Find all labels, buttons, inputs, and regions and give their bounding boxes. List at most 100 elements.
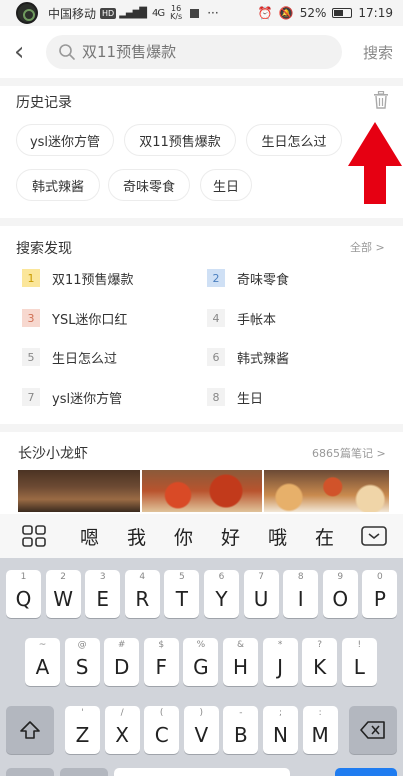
discovery-item[interactable]: 5 生日怎么过 — [22, 346, 117, 368]
history-chip[interactable]: ysl迷你方管 — [16, 124, 114, 156]
key-label: L — [353, 655, 365, 679]
key-label: C — [154, 723, 169, 747]
letter-key[interactable]: ? K — [302, 638, 338, 686]
letter-key[interactable]: -B — [223, 706, 259, 754]
discovery-label: 双11预售爆款 — [52, 272, 134, 288]
note-topic-title[interactable]: 长沙小龙虾 — [18, 443, 88, 463]
back-arrow-icon[interactable]: ‹ — [14, 39, 36, 65]
discovery-item[interactable]: 6 韩式辣酱 — [207, 346, 289, 368]
letter-key[interactable]: @ S — [64, 638, 100, 686]
letter-key[interactable]: (C — [144, 706, 180, 754]
note-photo[interactable] — [142, 470, 262, 512]
letter-key[interactable]: $ F — [143, 638, 179, 686]
key-label: G — [193, 655, 209, 679]
letter-key[interactable]: ; N — [263, 706, 298, 754]
letter-key[interactable]: 3E — [85, 570, 121, 618]
history-chip[interactable]: 生日 — [200, 169, 252, 201]
search-button[interactable]: 搜索 — [363, 42, 393, 63]
letter-key[interactable]: 8I — [283, 570, 319, 618]
shift-key[interactable] — [6, 706, 54, 754]
discovery-all-link[interactable]: 全部 > — [350, 239, 385, 255]
note-count-link[interactable]: 6865篇笔记 > — [312, 445, 386, 461]
backspace-key[interactable] — [349, 706, 397, 754]
discovery-label: 手帐本 — [237, 312, 277, 328]
discovery-item[interactable]: 4 手帐本 — [207, 307, 276, 329]
key-label: X — [115, 723, 129, 747]
key-label: J — [277, 655, 284, 679]
ime-candidate[interactable]: 在 — [301, 523, 348, 550]
key-secondary-label: ? — [317, 640, 323, 650]
number-switch-key[interactable] — [6, 768, 54, 776]
search-header: ‹ 搜索 — [0, 26, 403, 78]
history-chip[interactable]: 双11预售爆款 — [124, 124, 236, 156]
key-label: Y — [215, 587, 228, 611]
history-chip[interactable]: 韩式辣酱 — [16, 169, 100, 201]
keyboard: 1 Q 2 W 3 E 4 R 5 T 6 Y 7 U 8 I 9 O 0 P ~ A @ S # D $ F% G & H * J? K! L ' Z… — [0, 558, 403, 776]
letter-key[interactable]: 4R — [124, 570, 160, 618]
rank-badge: 1 — [22, 269, 40, 287]
network-type: 4G — [151, 7, 165, 19]
key-secondary-label: # — [117, 640, 126, 650]
history-chip[interactable]: 生日怎么过 — [246, 124, 342, 156]
note-photo[interactable] — [264, 470, 389, 512]
discovery-item[interactable]: 7 ysl迷你方管 — [22, 386, 122, 408]
letter-key[interactable]: 6Y — [204, 570, 239, 618]
ime-candidate[interactable]: 嗯 — [66, 523, 113, 550]
history-title: 历史记录 — [16, 95, 72, 111]
search-enter-key[interactable] — [335, 768, 397, 776]
letter-key[interactable]: * J — [262, 638, 298, 686]
rank-badge: 2 — [207, 269, 225, 287]
key-secondary-label: : — [318, 708, 322, 718]
key-secondary-label: % — [196, 640, 206, 650]
letter-key[interactable]: 5T — [164, 570, 200, 618]
key-label: O — [332, 587, 349, 611]
letter-key[interactable]: ~ A — [25, 638, 60, 686]
ime-menu-grid-icon[interactable] — [22, 525, 46, 547]
discovery-item[interactable]: 2 奇味零食 — [207, 267, 289, 289]
trash-icon[interactable] — [373, 91, 389, 109]
ime-candidate[interactable]: 好 — [207, 523, 254, 550]
discovery-label: 生日怎么过 — [52, 351, 118, 367]
search-input[interactable] — [82, 43, 322, 61]
ime-candidate-bar: 嗯 我 你 好 哦 在 — [0, 514, 403, 558]
search-box[interactable] — [46, 35, 342, 69]
hide-keyboard-icon[interactable] — [361, 526, 387, 546]
letter-key[interactable]: :M — [302, 706, 338, 754]
letter-key[interactable]: ' Z — [65, 706, 100, 754]
key-secondary-label: ~ — [38, 640, 47, 650]
status-bar: 中国移动 HD ▂▄▆█ 4G 16 K/s ··· ⏰ 🔕 52% 17:19 — [0, 0, 403, 26]
discovery-item[interactable]: 1 双11预售爆款 — [22, 267, 134, 289]
key-secondary-label: * — [277, 640, 283, 650]
letter-key[interactable]: 7U — [243, 570, 279, 618]
letter-key[interactable]: # D — [104, 638, 140, 686]
letter-key[interactable]: 9O — [322, 570, 358, 618]
key-label: B — [234, 723, 248, 747]
letter-key[interactable]: & H — [223, 638, 258, 686]
note-photo[interactable] — [18, 470, 140, 512]
discovery-item[interactable]: 8 生日 — [207, 386, 263, 408]
letter-key[interactable]: 1Q — [6, 570, 41, 618]
ime-candidate[interactable]: 我 — [113, 523, 160, 550]
letter-key[interactable]: % G — [183, 638, 219, 686]
key-secondary-label: @ — [77, 640, 87, 650]
letter-key[interactable]: ! L — [341, 638, 377, 686]
key-secondary-label: ) — [199, 708, 204, 718]
emoji-key[interactable] — [60, 768, 108, 776]
key-label: S — [75, 655, 89, 679]
key-secondary-label: 5 — [179, 572, 185, 582]
history-chip[interactable]: 奇味零食 — [108, 169, 190, 201]
letter-key[interactable]: 0P — [362, 570, 398, 618]
key-secondary-label: - — [239, 708, 243, 718]
key-label: D — [113, 655, 130, 679]
letter-key[interactable]: / X — [104, 706, 140, 754]
ime-candidate[interactable]: 哦 — [254, 523, 301, 550]
ime-candidate[interactable]: 你 — [160, 523, 207, 550]
discovery-label: 韩式辣酱 — [237, 351, 290, 367]
battery-icon — [332, 8, 353, 18]
key-label: F — [155, 655, 168, 679]
discovery-item[interactable]: 3 YSL迷你口红 — [22, 307, 127, 329]
rank-badge: 6 — [207, 348, 225, 366]
letter-key[interactable]: 2W — [45, 570, 81, 618]
letter-key[interactable]: ) V — [183, 706, 219, 754]
space-key[interactable] — [114, 768, 290, 776]
